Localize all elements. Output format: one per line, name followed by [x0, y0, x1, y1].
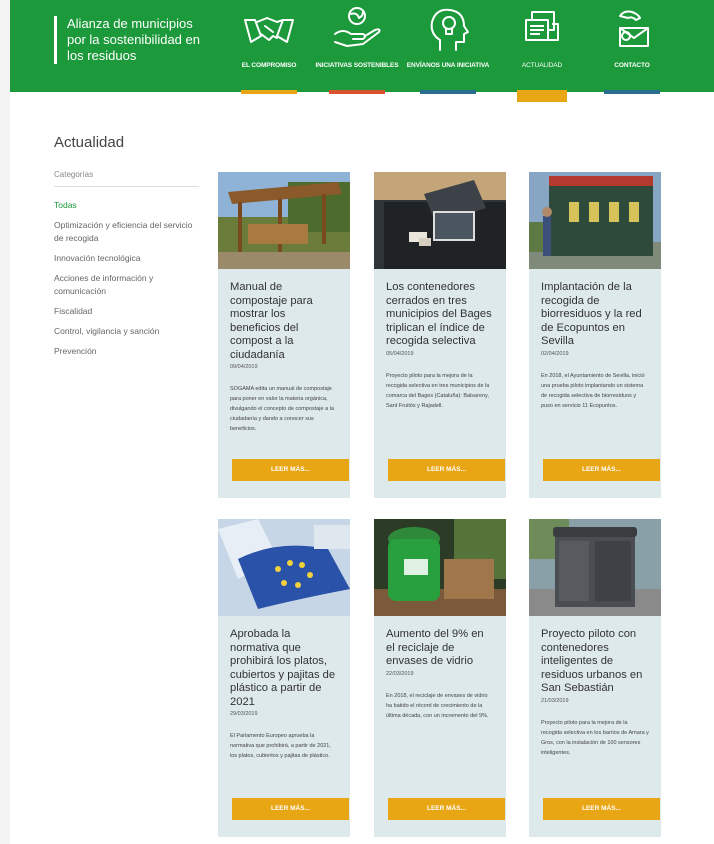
card-image-smart-bin[interactable]: [529, 519, 661, 616]
card-image-glass-bin[interactable]: [374, 519, 506, 616]
globe-hand-icon: [334, 7, 381, 47]
read-more-button[interactable]: LEER MÁS...: [543, 798, 660, 820]
card-image-container[interactable]: [374, 172, 506, 269]
card-title[interactable]: Manual de compostaje para mostrar los be…: [230, 281, 338, 362]
news-card: Implantación de la recogida de biorresid…: [529, 172, 661, 498]
card-date: 22/03/2019: [386, 670, 414, 677]
nav-label: INICIATIVAS SOSTENIBLES: [315, 62, 399, 69]
nav-underline-active: [517, 90, 567, 102]
news-card: Manual de compostaje para mostrar los be…: [218, 172, 350, 498]
news-card: Aumento del 9% en el reciclaje de envase…: [374, 519, 506, 837]
read-more-button[interactable]: LEER MÁS...: [543, 459, 660, 481]
nav-underline: [604, 90, 660, 94]
card-excerpt: En 2018, el Ayuntamiento de Sevilla, ini…: [541, 372, 645, 409]
site-brand[interactable]: Alianza de municipios por la sostenibili…: [54, 16, 214, 64]
read-more-button[interactable]: LEER MÁS...: [232, 798, 349, 820]
card-excerpt: SOGAMA edita un manual de compostaje par…: [230, 386, 334, 432]
nav-el-compromiso[interactable]: EL COMPROMISO: [227, 6, 311, 94]
nav-contacto[interactable]: CONTACTO: [590, 6, 674, 94]
news-card: Los contenedores cerrados en tres munici…: [374, 172, 506, 498]
nav-underline: [241, 90, 297, 94]
read-more-button[interactable]: LEER MÁS...: [388, 798, 505, 820]
card-excerpt: Proyecto piloto para la mejora de la rec…: [541, 719, 649, 756]
news-card: Aprobada la normativa que prohibirá los …: [218, 519, 350, 837]
card-title[interactable]: Implantación de la recogida de biorresid…: [541, 281, 649, 349]
nav-label: ENVÍANOS UNA INICIATIVA: [406, 62, 490, 69]
phone-mail-icon: [619, 10, 649, 47]
read-more-button[interactable]: LEER MÁS...: [388, 459, 505, 481]
category-title: Categorías: [54, 170, 199, 187]
category-item-todas[interactable]: Todas: [54, 199, 199, 212]
page: Alianza de municipios por la sostenibili…: [10, 0, 714, 844]
card-image-ecopunto[interactable]: [529, 172, 661, 269]
card-date: 05/04/2019: [386, 350, 414, 357]
category-item-innovacion[interactable]: Innovación tecnológica: [54, 252, 199, 265]
lightbulb-head-icon: [430, 8, 469, 51]
category-sidebar: Categorías Todas Optimización y eficienc…: [54, 170, 199, 365]
news-card: Proyecto piloto con contenedores intelig…: [529, 519, 661, 837]
card-title[interactable]: Aprobada la normativa que prohibirá los …: [230, 628, 338, 709]
nav-iniciativas-sostenibles[interactable]: INICIATIVAS SOSTENIBLES: [315, 6, 399, 94]
card-date: 02/04/2019: [541, 350, 569, 357]
card-image-compost[interactable]: [218, 172, 350, 269]
page-title: Actualidad: [54, 134, 125, 151]
card-image-eu-flag[interactable]: [218, 519, 350, 616]
card-excerpt: Proyecto piloto para la mejora de la rec…: [386, 372, 490, 409]
card-date: 09/04/2019: [230, 364, 258, 370]
category-item-control[interactable]: Control, vigilancia y sanción: [54, 325, 199, 338]
card-excerpt: El Parlamento Europeo aprueba la normati…: [230, 733, 331, 759]
nav-envianos-una-iniciativa[interactable]: ENVÍANOS UNA INICIATIVA: [406, 6, 490, 94]
nav-label: EL COMPROMISO: [241, 62, 297, 69]
nav-underline: [329, 90, 385, 94]
category-item-acciones[interactable]: Acciones de información y comunicación: [54, 272, 199, 298]
nav-label: CONTACTO: [614, 62, 650, 69]
handshake-icon: [244, 17, 294, 43]
card-date: 21/03/2019: [541, 697, 569, 704]
news-icon: [525, 11, 559, 41]
site-header: Alianza de municipios por la sostenibili…: [10, 0, 714, 102]
card-excerpt: En 2018, el reciclaje de envases de vidr…: [386, 692, 489, 719]
card-title[interactable]: Proyecto piloto con contenedores intelig…: [541, 628, 649, 696]
nav-underline: [420, 90, 476, 94]
read-more-button[interactable]: LEER MÁS...: [232, 459, 349, 481]
card-title[interactable]: Aumento del 9% en el reciclaje de envase…: [386, 628, 494, 669]
nav-actualidad[interactable]: ACTUALIDAD: [500, 6, 584, 102]
nav-label: ACTUALIDAD: [521, 62, 563, 69]
card-title[interactable]: Los contenedores cerrados en tres munici…: [386, 281, 494, 349]
category-item-fiscalidad[interactable]: Fiscalidad: [54, 305, 199, 318]
card-date: 29/03/2019: [230, 711, 258, 717]
category-item-optimizacion[interactable]: Optimización y eficiencia del servicio d…: [54, 219, 199, 245]
category-item-prevencion[interactable]: Prevención: [54, 345, 199, 358]
